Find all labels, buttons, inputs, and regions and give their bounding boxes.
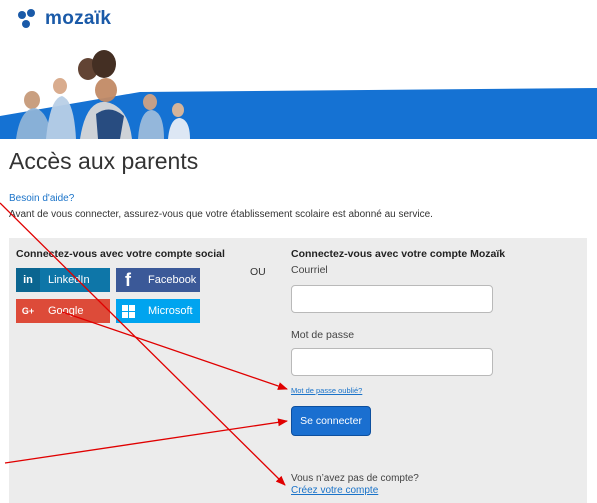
annotation-arrows <box>0 202 288 486</box>
arrow-to-forgot-password <box>61 311 288 390</box>
arrow-to-login-button <box>4 418 288 464</box>
